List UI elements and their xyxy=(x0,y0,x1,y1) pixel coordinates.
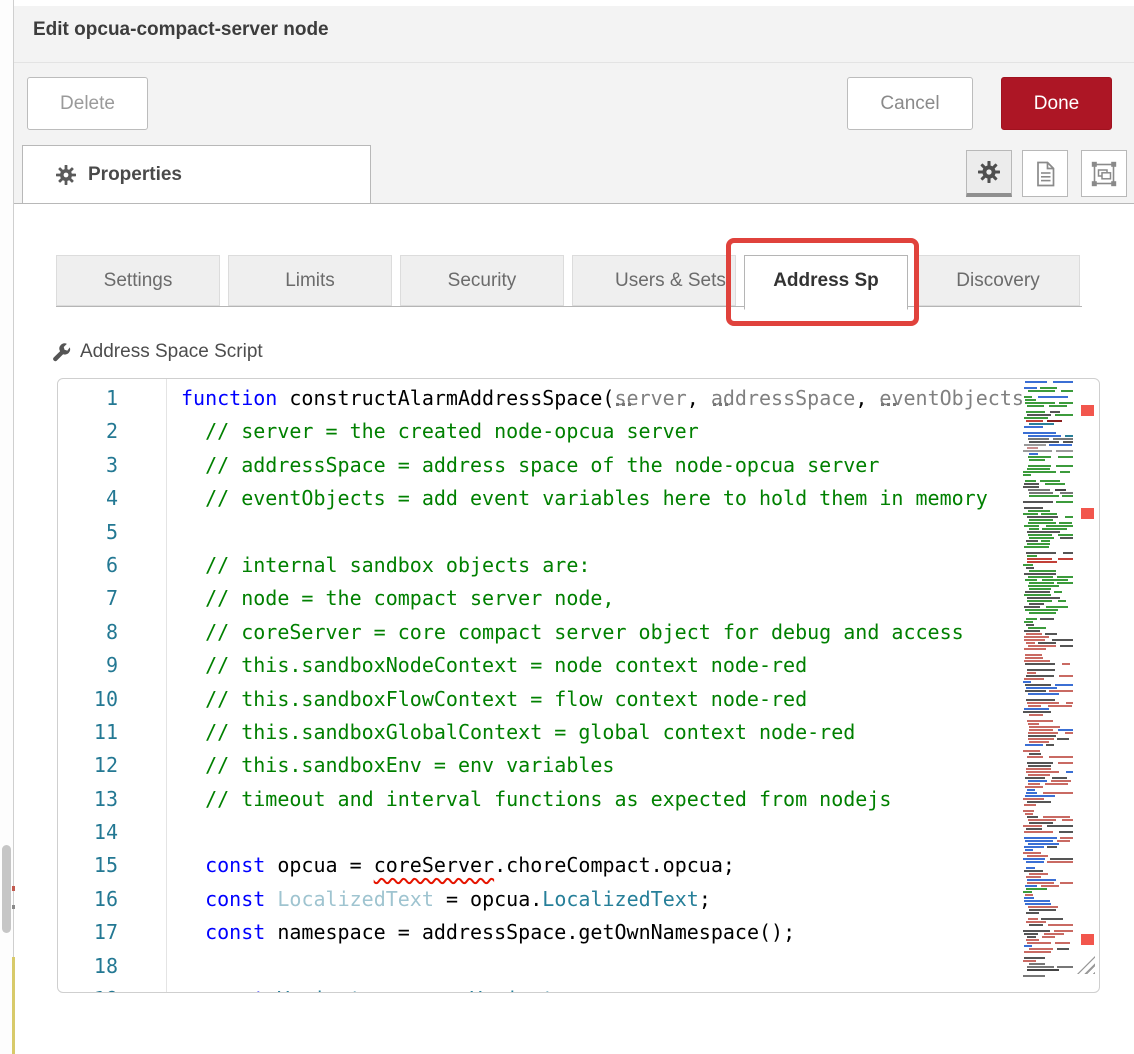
line-number: 4 xyxy=(58,482,118,515)
line-number: 2 xyxy=(58,415,118,448)
line-number: 15 xyxy=(58,849,118,882)
node-description-button[interactable] xyxy=(1022,150,1068,197)
line-number: 18 xyxy=(58,950,118,983)
code-line xyxy=(167,816,1023,849)
tab-row-baseline xyxy=(56,306,1082,307)
code-line: const LocalizedText = opcua.LocalizedTex… xyxy=(167,883,1023,916)
code-line: const opcua = coreServer.choreCompact.op… xyxy=(167,849,1023,882)
line-number: 7 xyxy=(58,582,118,615)
code-line: // server = the created node-opcua serve… xyxy=(167,415,1023,448)
minimap[interactable] xyxy=(1023,381,1076,992)
header-divider xyxy=(14,62,1134,63)
tab-settings[interactable]: Settings xyxy=(56,255,220,306)
code-line: // timeout and interval functions as exp… xyxy=(167,783,1023,816)
code-line: const Variant = opcua.Variant; xyxy=(167,983,1023,993)
resize-grip-icon[interactable] xyxy=(1077,956,1095,974)
tab-limits[interactable]: Limits xyxy=(228,255,392,306)
line-number: 1 xyxy=(58,382,118,415)
gear-icon xyxy=(56,165,76,185)
error-marker xyxy=(1081,508,1094,519)
line-number: 11 xyxy=(58,716,118,749)
code-line xyxy=(167,516,1023,549)
line-number: 12 xyxy=(58,749,118,782)
line-number: 19 xyxy=(58,983,118,993)
node-appearance-button[interactable] xyxy=(1081,150,1127,197)
done-button[interactable]: Done xyxy=(1001,77,1112,130)
code-line: // this.sandboxEnv = env variables xyxy=(167,749,1023,782)
code-line: // coreServer = core compact server obje… xyxy=(167,616,1023,649)
code-line: // this.sandboxFlowContext = flow contex… xyxy=(167,683,1023,716)
workspace-scrollbar-thumb[interactable] xyxy=(2,845,11,933)
code-line: // addressSpace = address space of the n… xyxy=(167,449,1023,482)
wrench-icon xyxy=(50,342,71,363)
properties-tab-label: Properties xyxy=(88,164,182,186)
code-line: // this.sandboxNodeContext = node contex… xyxy=(167,649,1023,682)
line-number: 8 xyxy=(58,616,118,649)
workspace-edge-mark xyxy=(12,957,15,1054)
code-line: // eventObjects = add event variables he… xyxy=(167,482,1023,515)
code-content[interactable]: function constructAlarmAddressSpace(serv… xyxy=(167,382,1023,993)
code-line xyxy=(167,950,1023,983)
line-number: 13 xyxy=(58,783,118,816)
appearance-frame-icon xyxy=(1091,161,1117,187)
code-line: // internal sandbox objects are: xyxy=(167,549,1023,582)
line-number: 17 xyxy=(58,916,118,949)
error-marker xyxy=(1081,934,1094,945)
workspace-edge-mark xyxy=(12,905,15,909)
workspace-left-strip xyxy=(0,0,14,1054)
section-label: Address Space Script xyxy=(50,341,263,363)
line-number: 10 xyxy=(58,683,118,716)
code-line: const namespace = addressSpace.getOwnNam… xyxy=(167,916,1023,949)
dialog-title: Edit opcua-compact-server node xyxy=(33,19,329,41)
tab-users-sets[interactable]: Users & Sets xyxy=(572,255,736,306)
line-number: 6 xyxy=(58,549,118,582)
code-line: // this.sandboxGlobalContext = global co… xyxy=(167,716,1023,749)
code-editor[interactable]: 12345678910111213141516171819 function c… xyxy=(57,378,1100,993)
edit-node-dialog: Edit opcua-compact-server node Delete Ca… xyxy=(0,0,1134,1054)
node-properties-button[interactable] xyxy=(966,150,1012,197)
section-label-text: Address Space Script xyxy=(80,341,263,363)
tab-address-sp[interactable]: Address Sp xyxy=(744,255,908,310)
line-number: 16 xyxy=(58,883,118,916)
workspace-edge-mark xyxy=(12,886,15,891)
delete-button[interactable]: Delete xyxy=(27,77,148,130)
tab-properties[interactable]: Properties xyxy=(22,145,371,203)
error-marker xyxy=(1081,405,1094,416)
code-line: function constructAlarmAddressSpace(serv… xyxy=(167,382,1023,415)
cancel-button[interactable]: Cancel xyxy=(847,77,973,130)
gear-icon xyxy=(978,161,1000,183)
line-number: 9 xyxy=(58,649,118,682)
document-icon xyxy=(1033,161,1057,187)
line-number: 3 xyxy=(58,449,118,482)
line-number: 5 xyxy=(58,516,118,549)
code-line: // node = the compact server node, xyxy=(167,582,1023,615)
line-number: 14 xyxy=(58,816,118,849)
tab-security[interactable]: Security xyxy=(400,255,564,306)
line-numbers-gutter: 12345678910111213141516171819 xyxy=(58,382,118,993)
tab-discovery[interactable]: Discovery xyxy=(916,255,1080,306)
editor-tabs: SettingsLimitsSecurityUsers & SetsAddres… xyxy=(56,255,1082,307)
